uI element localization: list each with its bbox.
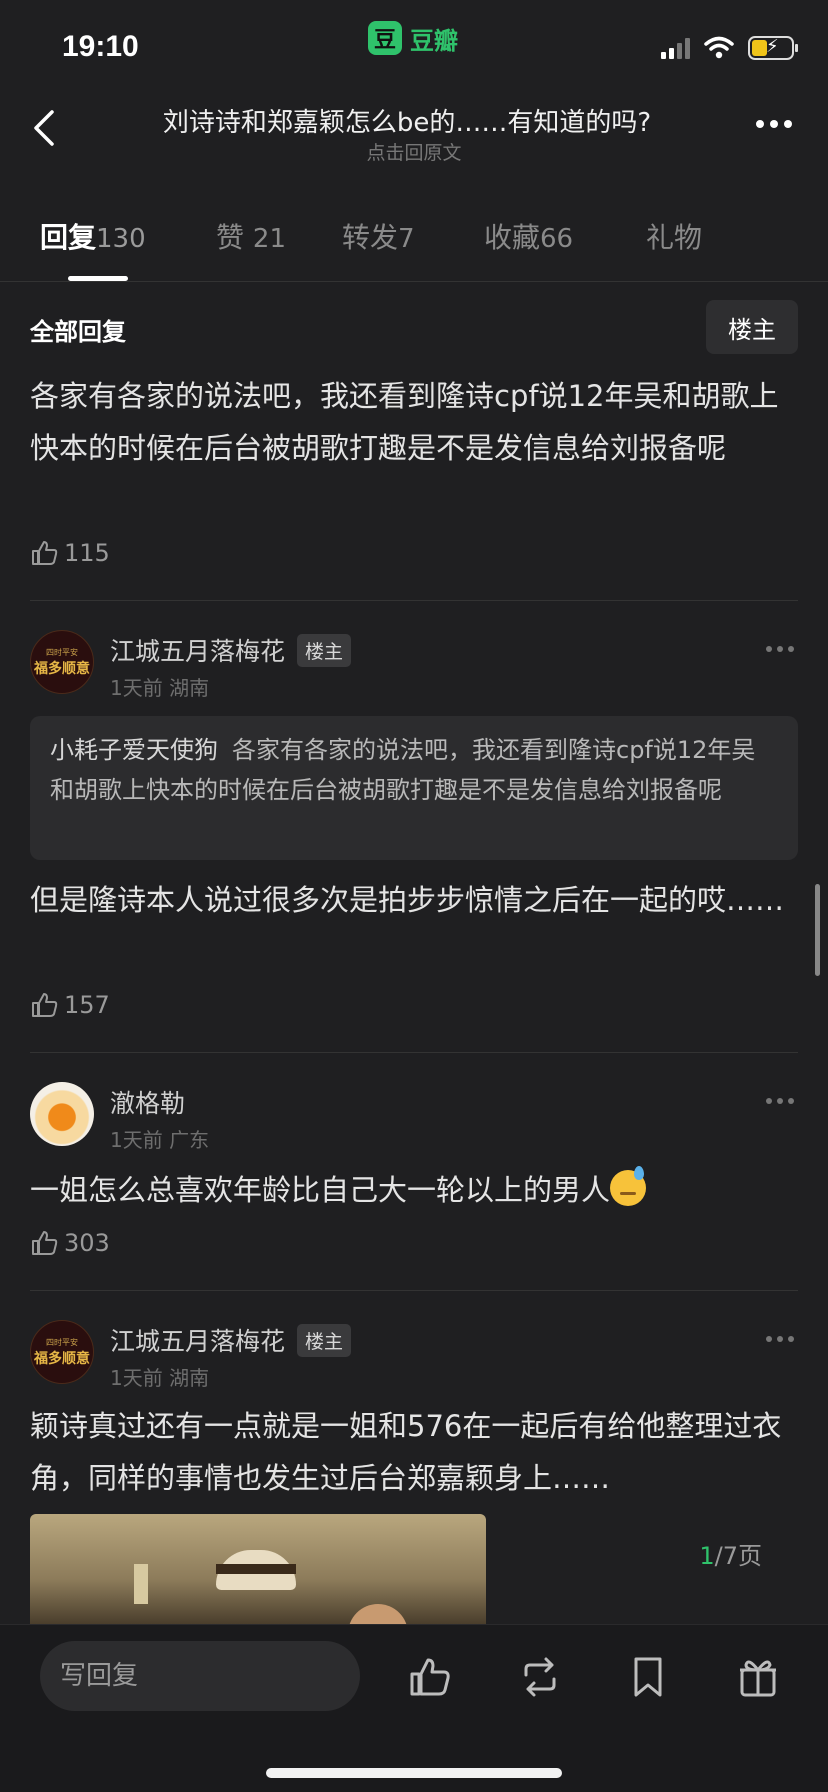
- sweat-emoji-icon: [610, 1166, 647, 1206]
- page-title: 刘诗诗和郑嘉颖怎么be的……有知道的吗?: [162, 108, 652, 138]
- wifi-icon: [704, 36, 734, 59]
- op-tag: 楼主: [297, 1323, 352, 1357]
- like-count: 157: [64, 991, 110, 1019]
- status-bar: 19:10 豆 豆瓣 ⚡: [0, 0, 828, 90]
- thumbs-up-icon[interactable]: [406, 1653, 454, 1701]
- op-tag: 楼主: [297, 633, 352, 667]
- avatar[interactable]: 四时平安 福多顺意: [30, 1320, 94, 1384]
- tab-replies[interactable]: 回复130: [40, 216, 146, 256]
- active-tab-indicator: [68, 276, 128, 281]
- quoted-reply[interactable]: 小耗子爱天使狗 各家有各家的说法吧，我还看到隆诗cpf说12年吴和胡歌上快本的时候…: [30, 716, 798, 860]
- thumbs-up-icon: [32, 541, 58, 565]
- like-button[interactable]: 157: [30, 990, 110, 1020]
- nav-bar: 刘诗诗和郑嘉颖怎么be的……有知道的吗? 点击回原文: [0, 96, 828, 168]
- thumbs-up-icon: [32, 993, 58, 1017]
- tab-favorites[interactable]: 收藏66: [484, 216, 573, 256]
- bottom-action-bar: [0, 1624, 828, 1792]
- divider: [30, 1052, 798, 1053]
- tab-gifts[interactable]: 礼物: [646, 216, 702, 256]
- username[interactable]: 江城五月落梅花 楼主: [110, 1322, 352, 1358]
- more-options-icon[interactable]: [756, 120, 792, 128]
- reply-photo[interactable]: [30, 1514, 486, 1624]
- more-options-icon[interactable]: [766, 1336, 794, 1342]
- divider: [30, 1290, 798, 1291]
- reply-text: 但是隆诗本人说过很多次是拍步步惊情之后在一起的哎……: [30, 883, 785, 917]
- quoted-username: 小耗子爱天使狗: [50, 736, 218, 764]
- scrollbar[interactable]: [815, 884, 820, 976]
- gift-icon[interactable]: [734, 1653, 782, 1701]
- like-count: 115: [64, 539, 110, 567]
- douban-logo-icon: 豆: [368, 21, 402, 55]
- op-only-filter-button[interactable]: 楼主: [706, 300, 798, 354]
- tab-bar: 回复130 赞 21 转发7 收藏66 礼物: [0, 216, 828, 282]
- like-count: 303: [64, 1229, 110, 1257]
- bookmark-icon[interactable]: [624, 1653, 672, 1701]
- like-button[interactable]: 303: [30, 1228, 110, 1258]
- cellular-signal-icon: [661, 37, 690, 59]
- repost-icon[interactable]: [516, 1653, 564, 1701]
- more-options-icon[interactable]: [766, 1098, 794, 1104]
- back-to-original-link[interactable]: 点击回原文: [0, 138, 828, 165]
- reply-text: 颖诗真过还有一点就是一姐和576在一起后有给他整理过衣角，同样的事情也发生过后台…: [30, 1409, 782, 1495]
- app-name: 豆瓣: [410, 26, 458, 55]
- reply-input[interactable]: [40, 1641, 360, 1711]
- avatar[interactable]: [30, 1082, 94, 1146]
- thumbs-up-icon: [32, 1231, 58, 1255]
- reply-text: 各家有各家的说法吧，我还看到隆诗cpf说12年吴和胡歌上快本的时候在后台被胡歌打…: [30, 379, 779, 465]
- tab-reposts[interactable]: 转发7: [342, 216, 415, 256]
- avatar[interactable]: 四时平安 福多顺意: [30, 630, 94, 694]
- reply-meta: 1天前 湖南: [110, 676, 210, 700]
- like-button[interactable]: 115: [30, 538, 110, 568]
- home-indicator: [266, 1768, 562, 1778]
- divider: [30, 600, 798, 601]
- more-options-icon[interactable]: [766, 646, 794, 652]
- username[interactable]: 澈格勒: [110, 1084, 185, 1120]
- tab-likes[interactable]: 赞 21: [216, 216, 286, 256]
- replies-header: 全部回复 楼主: [30, 300, 798, 356]
- app-badge: 豆 豆瓣: [368, 20, 458, 56]
- battery-icon: ⚡: [748, 36, 798, 60]
- status-time: 19:10: [62, 30, 139, 63]
- status-icons: ⚡: [661, 36, 798, 60]
- reply-text: 一姐怎么总喜欢年龄比自己大一轮以上的男人: [30, 1164, 798, 1216]
- reply-meta: 1天前 广东: [110, 1128, 210, 1152]
- charging-icon: ⚡: [766, 36, 779, 57]
- all-replies-title: 全部回复: [30, 318, 126, 346]
- username[interactable]: 江城五月落梅花 楼主: [110, 632, 352, 668]
- reply-meta: 1天前 湖南: [110, 1366, 210, 1390]
- image-pager: 1/7页: [699, 1542, 762, 1570]
